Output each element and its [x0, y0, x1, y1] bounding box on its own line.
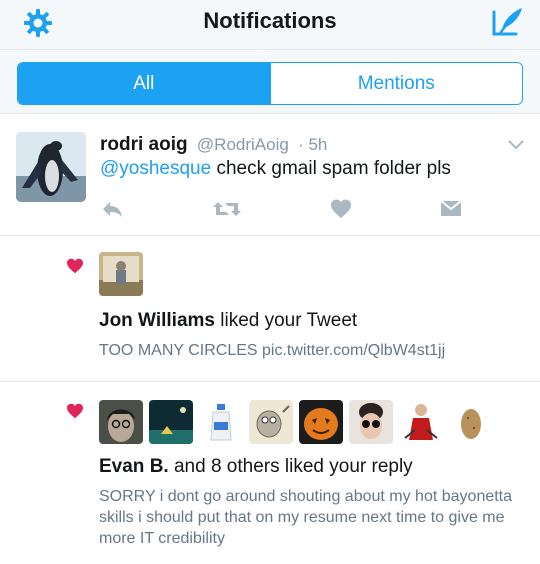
- avatar[interactable]: [149, 400, 193, 444]
- like-notification[interactable]: Evan B. and 8 others liked your reply SO…: [0, 383, 540, 564]
- compose-icon[interactable]: [490, 4, 526, 40]
- segmented-tabs: All Mentions: [17, 62, 523, 105]
- avatar[interactable]: [449, 400, 493, 444]
- tweet-text: @yoshesque check gmail spam folder pls: [100, 158, 451, 180]
- liker-name[interactable]: Evan B.: [99, 456, 169, 477]
- like-summary: Evan B. and 8 others liked your reply: [99, 456, 413, 478]
- mention-link[interactable]: @yoshesque: [100, 158, 211, 179]
- author-handle: @RodriAoig: [196, 135, 289, 154]
- retweet-icon[interactable]: [212, 198, 242, 220]
- quoted-tweet-text[interactable]: TOO MANY CIRCLES pic.twitter.com/QlbW4st…: [99, 340, 445, 361]
- quoted-tweet-text[interactable]: SORRY i dont go around shouting about my…: [99, 486, 529, 549]
- top-bar: Notifications: [0, 0, 540, 50]
- heart-icon: [67, 258, 83, 274]
- like-action-text: and 8 others liked your reply: [168, 456, 413, 477]
- like-icon[interactable]: [330, 198, 352, 220]
- tweet-time: · 5h: [298, 135, 328, 154]
- avatar[interactable]: [299, 400, 343, 444]
- tab-all[interactable]: All: [18, 63, 270, 104]
- page-title: Notifications: [203, 8, 337, 33]
- direct-message-icon[interactable]: [440, 198, 462, 218]
- heart-icon: [67, 403, 83, 419]
- liker-name[interactable]: Jon Williams: [99, 310, 215, 331]
- avatar[interactable]: [349, 400, 393, 444]
- tweet-actions: [100, 198, 480, 222]
- like-summary: Jon Williams liked your Tweet: [99, 310, 357, 332]
- avatar[interactable]: [249, 400, 293, 444]
- avatar[interactable]: [399, 400, 443, 444]
- avatar[interactable]: [99, 252, 143, 296]
- avatar[interactable]: [16, 132, 86, 202]
- avatar[interactable]: [99, 400, 143, 444]
- mention-tweet[interactable]: rodri aoig @RodriAoig · 5h @yoshesque ch…: [0, 116, 540, 236]
- avatar[interactable]: [199, 400, 243, 444]
- like-notification[interactable]: Jon Williams liked your Tweet TOO MANY C…: [0, 236, 540, 382]
- tweet-body: check gmail spam folder pls: [211, 158, 451, 179]
- chevron-down-icon[interactable]: [506, 138, 526, 152]
- tab-mentions[interactable]: Mentions: [269, 63, 522, 104]
- author-name[interactable]: rodri aoig: [100, 134, 188, 155]
- tabs-bar: All Mentions: [0, 51, 540, 114]
- reply-icon[interactable]: [100, 198, 124, 220]
- like-action-text: liked your Tweet: [214, 310, 358, 331]
- tweet-header: rodri aoig @RodriAoig · 5h: [100, 134, 327, 156]
